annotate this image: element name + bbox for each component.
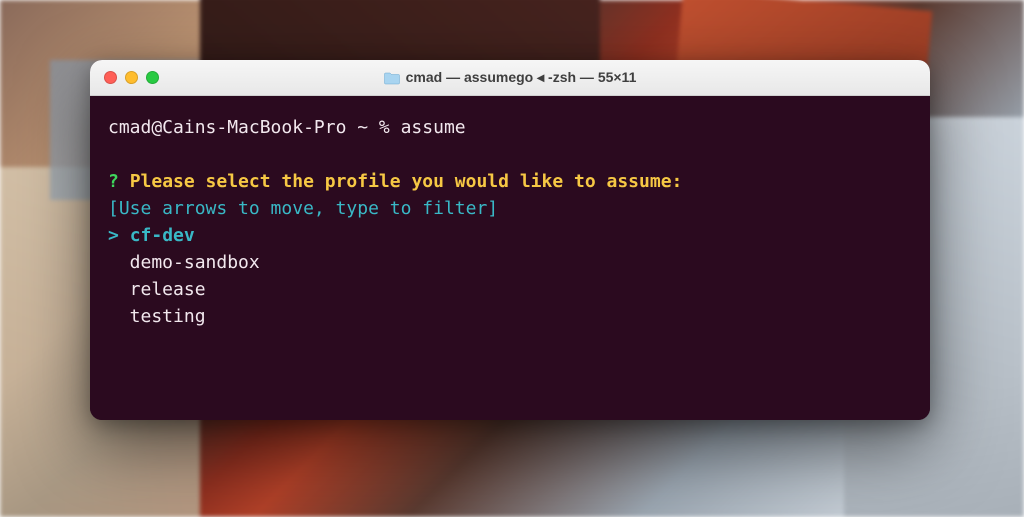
shell-prompt: cmad@Cains-MacBook-Pro ~ % assume	[108, 114, 912, 141]
option-row-selected[interactable]: > cf-dev	[108, 222, 912, 249]
terminal-window: cmad — assumego ◂ -zsh — 55×11 cmad@Cain…	[90, 60, 930, 420]
maximize-icon[interactable]	[146, 71, 159, 84]
blank-line	[108, 141, 912, 168]
window-title: cmad — assumego ◂ -zsh — 55×11	[90, 69, 930, 86]
option-label: demo-sandbox	[130, 252, 260, 273]
minimize-icon[interactable]	[125, 71, 138, 84]
prompt-text: cmad@Cains-MacBook-Pro ~ % assume	[108, 117, 466, 138]
title-dims: 55×11	[598, 69, 637, 85]
close-icon[interactable]	[104, 71, 117, 84]
option-label: cf-dev	[130, 225, 195, 246]
title-shell: -zsh	[548, 69, 576, 85]
option-row[interactable]: testing	[108, 303, 912, 330]
option-row[interactable]: demo-sandbox	[108, 249, 912, 276]
option-row[interactable]: release	[108, 276, 912, 303]
traffic-lights	[104, 71, 159, 84]
hint-text: [Use arrows to move, type to filter]	[108, 195, 912, 222]
title-bar[interactable]: cmad — assumego ◂ -zsh — 55×11	[90, 60, 930, 96]
title-folder: cmad	[406, 69, 443, 85]
option-label: release	[130, 279, 206, 300]
terminal-body[interactable]: cmad@Cains-MacBook-Pro ~ % assume ? Plea…	[90, 96, 930, 420]
option-label: testing	[130, 306, 206, 327]
question-line: ? Please select the profile you would li…	[108, 168, 912, 195]
question-text: Please select the profile you would like…	[130, 171, 683, 192]
chevron-right-icon: >	[108, 225, 119, 246]
question-marker: ?	[108, 171, 119, 192]
title-process: assumego	[464, 69, 533, 85]
folder-icon	[384, 71, 400, 85]
title-separator: ◂	[537, 69, 544, 85]
